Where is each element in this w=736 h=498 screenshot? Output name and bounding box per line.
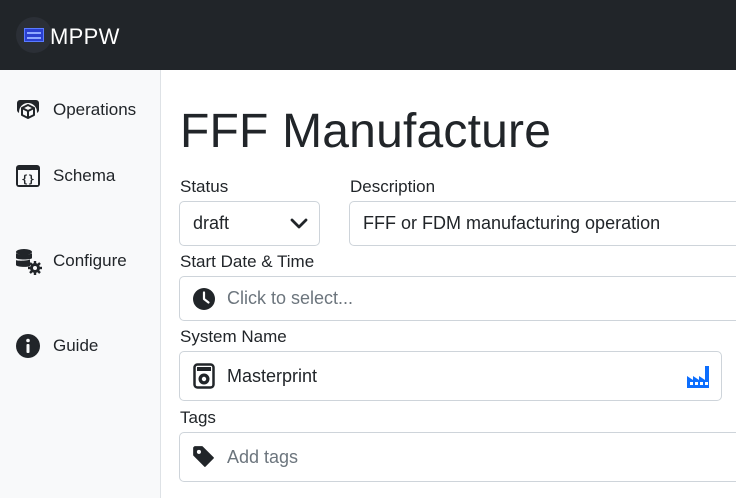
clock-icon: [192, 287, 216, 311]
brand-link[interactable]: MPPW: [16, 10, 120, 60]
sidebar-item-label: Operations: [53, 100, 137, 119]
start-datetime-label: Start Date & Time: [180, 252, 315, 271]
box-gear-icon: [14, 96, 42, 124]
page-title: FFF Manufacture: [180, 105, 552, 158]
tag-icon: [192, 445, 216, 469]
sidebar-item-label: Guide: [53, 336, 99, 355]
chevron-down-icon: [289, 214, 309, 239]
sidebar-item-configure[interactable]: Configure: [14, 247, 127, 275]
status-select[interactable]: draft: [179, 201, 320, 246]
start-datetime-input[interactable]: Click to select...: [179, 276, 736, 321]
tags-input[interactable]: Add tags: [179, 432, 736, 482]
sidebar-item-operations[interactable]: Operations: [14, 96, 136, 124]
sidebar-item-label: Configure: [53, 251, 127, 270]
tags-label: Tags: [180, 408, 216, 427]
description-label: Description: [350, 177, 436, 196]
sidebar: Operations {} Schema Configure Guide: [0, 70, 161, 498]
top-navbar: MPPW: [0, 0, 736, 70]
start-datetime-placeholder: Click to select...: [227, 288, 354, 308]
cube-logo-icon: [16, 17, 52, 53]
system-name-input[interactable]: Masterprint: [179, 351, 722, 401]
printer-icon: [192, 363, 216, 389]
description-value: FFF or FDM manufacturing operation: [363, 213, 661, 233]
tags-placeholder: Add tags: [227, 446, 299, 467]
code-braces-icon: {}: [14, 162, 42, 190]
brand-name: MPPW: [50, 24, 120, 49]
status-value: draft: [193, 213, 230, 233]
factory-icon[interactable]: [686, 364, 712, 395]
status-label: Status: [180, 177, 229, 196]
sidebar-item-guide[interactable]: Guide: [14, 332, 98, 360]
svg-text:{}: {}: [21, 173, 34, 186]
system-name-label: System Name: [180, 327, 287, 346]
system-name-value: Masterprint: [227, 365, 318, 386]
sidebar-item-schema[interactable]: {} Schema: [14, 162, 115, 190]
info-circle-icon: [14, 332, 42, 360]
sidebar-item-label: Schema: [53, 166, 116, 185]
description-input[interactable]: FFF or FDM manufacturing operation: [349, 201, 736, 246]
database-gear-icon: [14, 247, 42, 275]
